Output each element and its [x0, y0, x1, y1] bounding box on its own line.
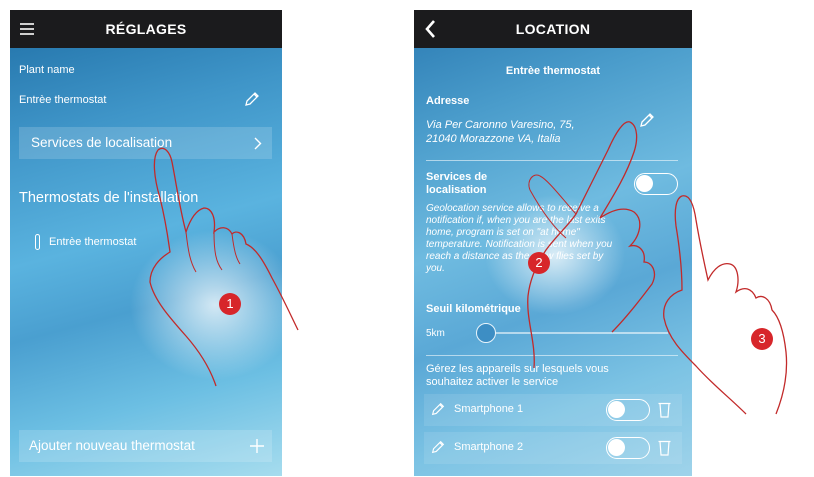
thermostat-subtitle: Entrèe thermostat	[505, 65, 601, 77]
edit-pencil-icon[interactable]	[638, 111, 656, 129]
settings-screen: RÉGLAGES Plant name Entrèe thermostat Se…	[10, 10, 282, 476]
device-name: Smartphone 2	[454, 441, 524, 453]
geolocation-description-4: temperature. Notification is sent when y…	[426, 239, 613, 250]
location-services-label-2: localisation	[426, 184, 487, 196]
thermometer-icon	[35, 234, 40, 250]
top-bar: RÉGLAGES	[10, 10, 282, 48]
chevron-right-icon	[254, 137, 262, 150]
device-row: Smartphone 1	[424, 394, 682, 426]
location-screen: LOCATION Entrèe thermostat Adresse Via P…	[414, 10, 692, 476]
edit-pencil-icon[interactable]	[430, 401, 446, 417]
threshold-slider-thumb[interactable]	[476, 323, 496, 343]
devices-text-2: souhaitez activer le service	[426, 376, 559, 388]
location-services-label-1: Services de	[426, 171, 488, 183]
add-thermostat-button[interactable]: Ajouter nouveau thermostat	[19, 430, 272, 462]
add-thermostat-label: Ajouter nouveau thermostat	[29, 438, 195, 453]
devices-text-1: Gérez les appareils sur lesquels vous	[426, 363, 609, 375]
address-label: Adresse	[426, 95, 470, 107]
threshold-value: 5km	[426, 328, 445, 339]
plant-name-value: Entrèe thermostat	[19, 94, 107, 106]
plus-icon	[250, 439, 264, 453]
edit-pencil-icon[interactable]	[243, 90, 261, 108]
divider	[426, 160, 678, 161]
edit-pencil-icon[interactable]	[430, 439, 446, 455]
device-toggle[interactable]	[606, 399, 650, 421]
location-services-toggle[interactable]	[634, 173, 678, 195]
plant-name-label: Plant name	[19, 64, 75, 76]
hand-3-fingers	[681, 195, 788, 415]
location-services-row[interactable]: Services de localisation	[19, 127, 272, 159]
trash-icon[interactable]	[658, 440, 671, 456]
geolocation-description-1: Geolocation service allows to receive a	[426, 203, 599, 214]
geolocation-description-2: notification if, when you are the last e…	[426, 215, 606, 226]
step-badge-2: 2	[528, 252, 550, 274]
trash-icon[interactable]	[658, 402, 671, 418]
page-title: RÉGLAGES	[105, 21, 187, 37]
threshold-label: Seuil kilométrique	[426, 303, 521, 315]
location-services-label: Services de localisation	[31, 135, 173, 150]
device-toggle[interactable]	[606, 437, 650, 459]
device-name: Smartphone 1	[454, 403, 524, 415]
geolocation-description-6: you.	[426, 263, 445, 274]
geolocation-description-3: home, program is set on "at home"	[426, 227, 580, 238]
threshold-slider-track[interactable]	[478, 332, 668, 334]
geolocation-description-5: reach a distance as the crow flies set b…	[426, 251, 604, 262]
address-line-1: Via Per Caronno Varesino, 75,	[426, 119, 575, 131]
step-badge-1: 1	[219, 293, 241, 315]
step-badge-3: 3	[751, 328, 773, 350]
thermostat-item[interactable]: Entrèe thermostat	[49, 236, 136, 248]
divider	[426, 355, 678, 356]
address-line-2: 21040 Morazzone VA, Italia	[426, 133, 561, 145]
device-row: Smartphone 2	[424, 432, 682, 464]
section-title: Thermostats de l'installation	[19, 190, 199, 206]
top-bar: LOCATION	[414, 10, 692, 48]
page-title: LOCATION	[515, 21, 591, 37]
